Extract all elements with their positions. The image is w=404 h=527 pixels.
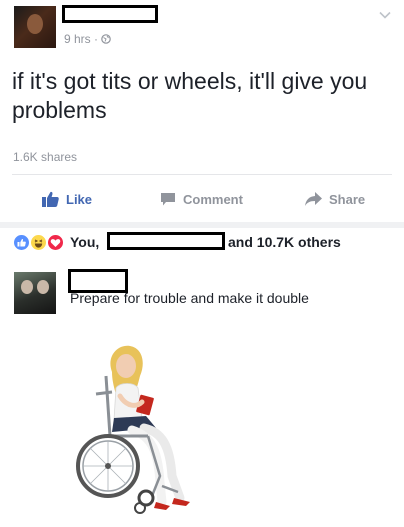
reaction-icons [13,234,69,251]
share-arrow-icon [305,192,322,206]
share-label: Share [329,191,366,207]
reactions-others: and 10.7K others [228,234,341,250]
avatar-face [27,14,43,34]
love-reaction-icon [47,234,64,251]
section-gap [0,222,404,228]
post-meta: 9 hrs · [64,32,112,46]
like-button[interactable]: Like [42,184,92,214]
share-button[interactable]: Share [305,184,365,214]
globe-icon [101,32,112,46]
comment-button[interactable]: Comment [160,184,243,214]
like-label: Like [66,191,93,207]
haha-reaction-icon [30,234,47,251]
author-avatar[interactable] [14,6,56,48]
post-header: 9 hrs · [0,0,404,60]
comment-label: Comment [183,191,243,207]
post-time[interactable]: 9 hrs [64,32,91,46]
avatar-person [37,280,49,294]
comment-image[interactable] [66,336,346,522]
reactions-you: You, [70,234,100,250]
shares-count[interactable]: 1.6K shares [13,150,77,164]
avatar-person [21,280,33,294]
comment-icon [161,192,175,205]
thumbs-up-icon [42,191,59,207]
chevron-down-icon[interactable] [378,8,392,22]
divider [12,174,392,175]
author-name-redacted[interactable] [62,5,158,23]
action-bar: Like Comment Share [0,184,404,214]
comment-text: Prepare for trouble and make it double [70,290,309,306]
reactor-name-redacted [107,232,225,250]
post-text: if it's got tits or wheels, it'll give y… [12,68,368,123]
like-reaction-icon [13,234,30,251]
commenter-avatar[interactable] [14,272,56,314]
meta-separator: · [94,32,99,46]
